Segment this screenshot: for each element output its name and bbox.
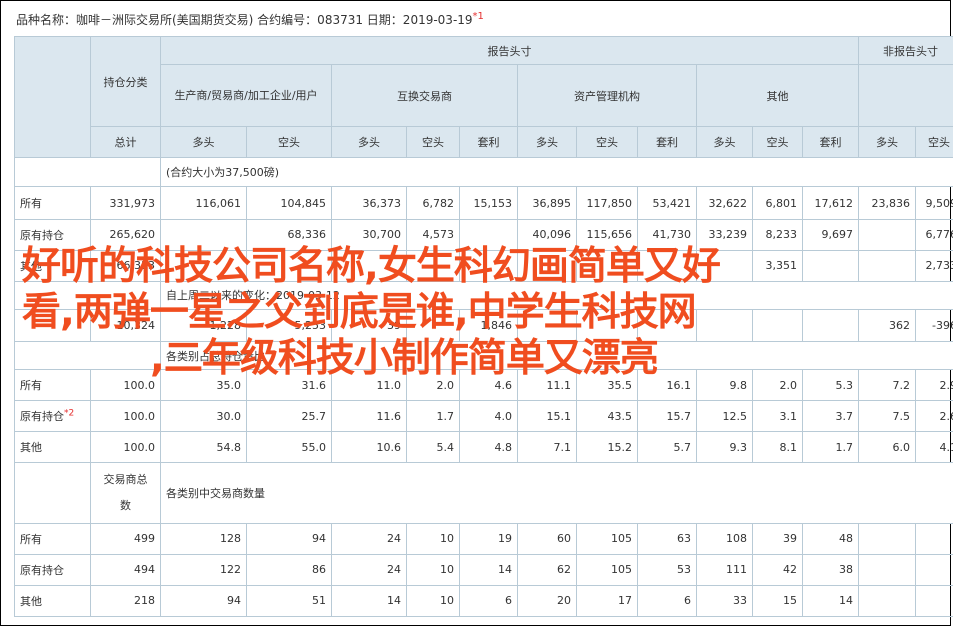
other-long-header: 多头 [696,126,753,159]
row-label-all: 所有 [14,186,91,220]
contract-size-row: (合约大小为37,500磅) [14,157,953,188]
money-short-header: 空头 [576,126,638,159]
table-row: 其他 100.0 54.8 55.0 10.6 5.4 4.8 7.1 15.2 5.7… [14,431,953,464]
producer-long-header: 多头 [160,126,247,159]
swap-header: 互换交易商 [331,64,518,128]
overlay-line-3: ,二年级科技小制作简单又漂亮 [150,336,659,381]
overlay-line-2: 看,两弹一星之父到底是谁,中学生科技网 [22,290,697,335]
overlay-line-1: 好听的科技公司名称,女生科幻画简单又好 [22,244,721,289]
trader-total-label: 交易商总数 [90,462,161,524]
producer-header: 生产商/贸易商/加工企业/用户 [160,64,332,128]
other-short-header: 空头 [752,126,803,159]
other-spread-header: 套利 [802,126,859,159]
trader-count-note: 各类别中交易商数量 [160,462,953,524]
nonreport-blank-header [858,64,953,128]
table-row: 所有 499 128 94 24 10 19 60 105 63 108 39 48 [14,522,953,555]
table-row: 其他 218 94 51 14 10 6 20 17 6 33 15 14 [14,584,953,618]
producer-short-header: 空头 [246,126,332,159]
nonreport-short-header: 空头 [915,126,953,159]
total-header: 总计 [90,126,161,159]
nonreport-positions-header: 非报告头寸 [858,35,953,66]
header-row-3: 总计 多头 空头 多头 空头 套利 多头 空头 套利 多头 空头 套利 多头 空… [15,126,953,159]
table-row: 原有持仓 494 122 86 24 10 14 62 105 53 111 42 38 [14,553,953,586]
overlay-headline: 好听的科技公司名称,女生科幻画简单又好 看,两弹一星之父到底是谁,中学生科技网 … [22,244,932,382]
other-header: 其他 [696,64,859,128]
footnote-marker-1: *1 [472,11,484,22]
corner-cell [14,35,91,159]
report-header-text: 品种名称：咖啡－洲际交易所(美国期货交易) 合约编号：083731 日期：201… [16,13,473,27]
trader-row-label-all: 所有 [14,522,91,555]
swap-short-header: 空头 [406,126,460,159]
money-long-header: 多头 [517,126,577,159]
swap-long-header: 多头 [331,126,407,159]
footnote-marker-2: *2 [64,408,75,419]
money-manager-header: 资产管理机构 [517,64,697,128]
pct-row-label-old: 原有持仓*2 [14,400,91,433]
header-row-1: 持仓分类 报告头寸 非报告头寸 [14,35,953,159]
trader-row-label-other: 其他 [14,584,91,618]
holding-type-header: 持仓分类 [90,35,161,128]
swap-spread-header: 套利 [459,126,518,159]
contract-size-note: (合约大小为37,500磅) [160,157,953,188]
trader-row-label-old: 原有持仓 [14,553,91,586]
trader-section-row: 交易商总数 各类别中交易商数量 [14,462,953,524]
report-positions-header: 报告头寸 [160,35,859,66]
money-spread-header: 套利 [637,126,697,159]
report-header: 品种名称：咖啡－洲际交易所(美国期货交易) 合约编号：083731 日期：201… [16,11,484,28]
table-row: 所有 331,973 116,061 104,845 36,373 6,782 15,… [14,186,953,220]
nonreport-long-header: 多头 [858,126,916,159]
pct-row-label-other: 其他 [14,431,91,464]
table-row: 原有持仓*2 100.0 30.0 25.7 11.6 1.7 4.0 15.1 43.… [14,400,953,433]
